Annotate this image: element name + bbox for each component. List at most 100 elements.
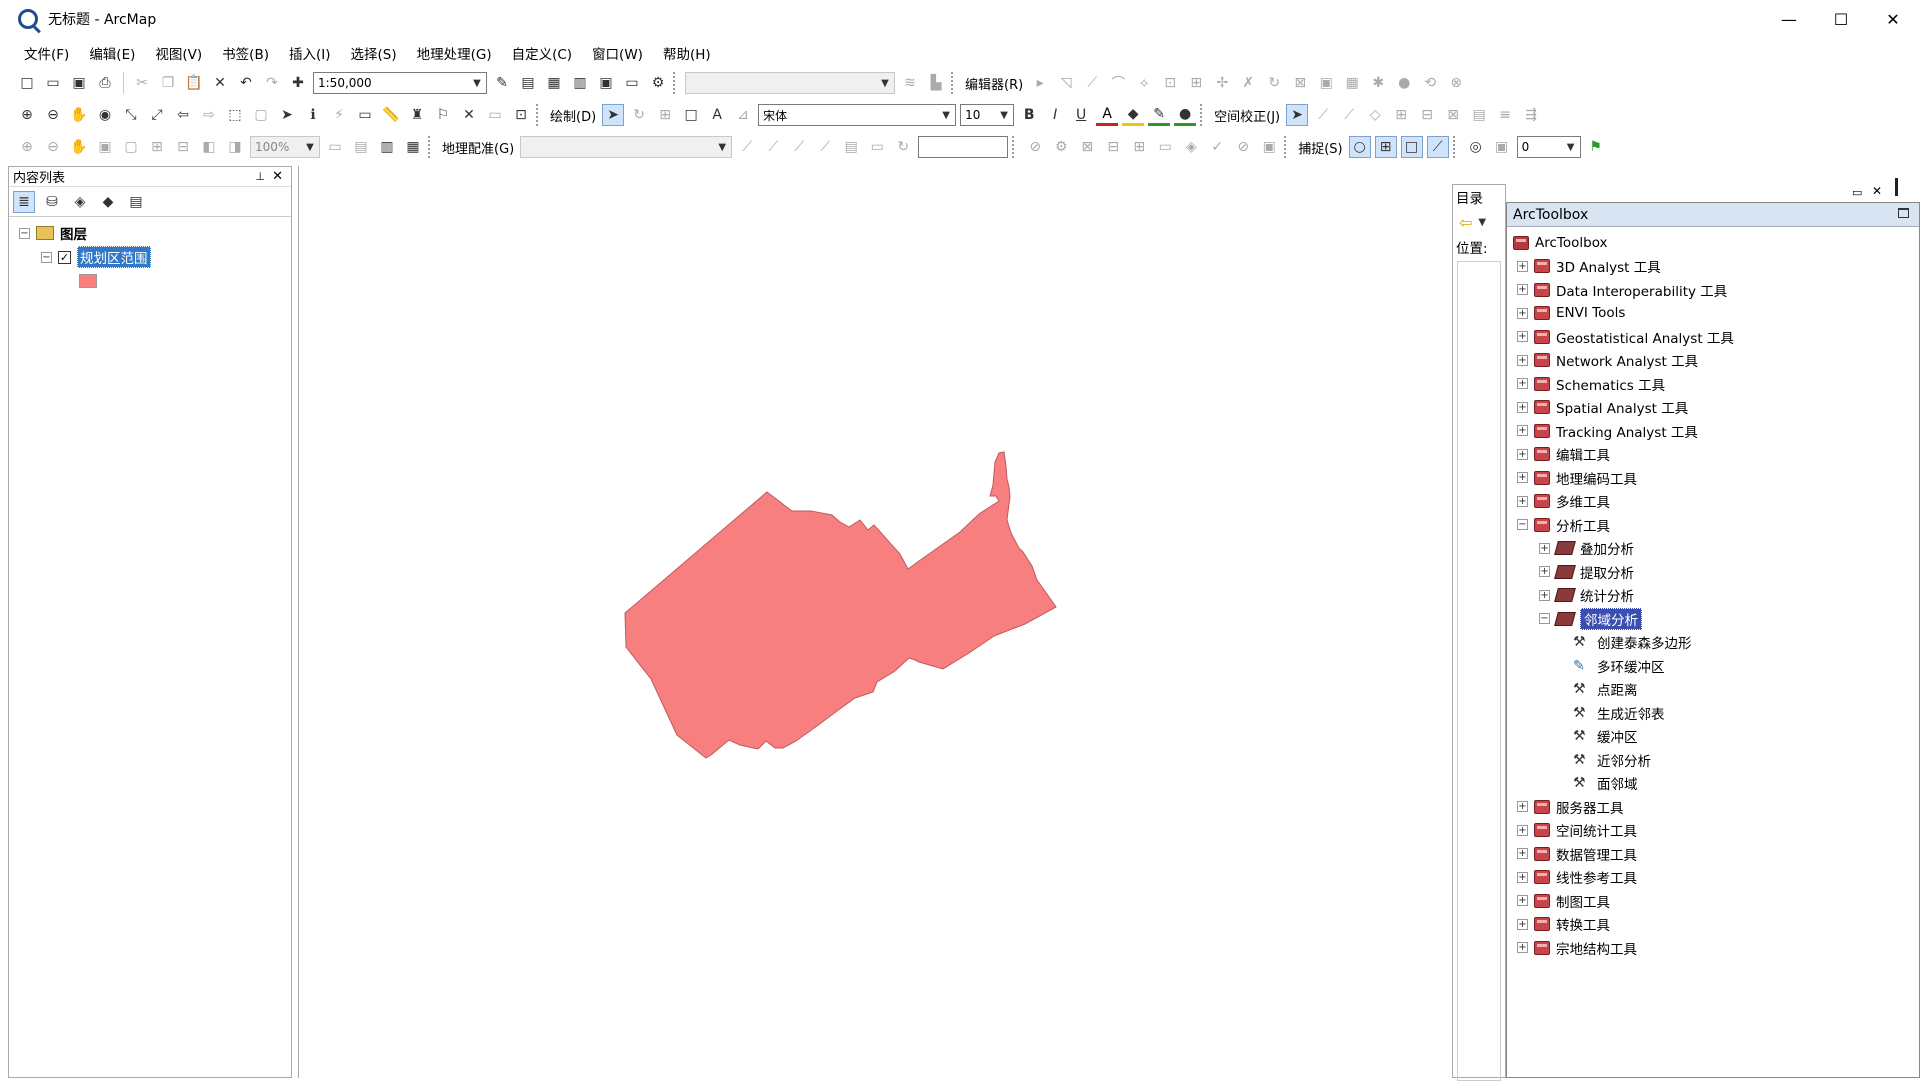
create-viewer-window-icon[interactable]: ⊡ [510, 104, 532, 126]
toolbar-grip[interactable] [1284, 136, 1288, 158]
toggle-draft-mode-icon[interactable]: ▭ [324, 136, 346, 158]
catalog-tree[interactable] [1457, 261, 1501, 1081]
chevron-down-icon[interactable]: ▼ [715, 139, 729, 155]
rotate-icon[interactable]: ⟋ [736, 136, 758, 158]
expand-icon[interactable]: + [1517, 848, 1528, 860]
toolbox-item-row[interactable]: − 分析工具 [1513, 513, 1919, 537]
expand-icon[interactable]: + [1539, 542, 1550, 554]
go-to-xy-icon[interactable]: ✕ [458, 104, 480, 126]
tool-icon[interactable]: ▣ [1258, 136, 1280, 158]
tool-icon[interactable]: ● [1393, 72, 1415, 94]
new-displacement-link-icon[interactable]: ⟋ [1312, 104, 1334, 126]
toolbox-item-row[interactable]: + Data Interoperability 工具 [1513, 278, 1919, 302]
pin-icon[interactable]: ⊥ [255, 170, 265, 183]
collapse-icon[interactable]: − [1517, 519, 1528, 531]
catalog-window-icon[interactable]: ▦ [543, 72, 565, 94]
expand-icon[interactable]: + [1517, 401, 1528, 413]
map-canvas[interactable] [299, 166, 1450, 1078]
map-display[interactable] [298, 166, 1450, 1078]
expand-icon[interactable]: + [1517, 801, 1528, 813]
menu-help[interactable]: 帮助(H) [653, 43, 721, 63]
back-extent-icon[interactable]: ⇦ [172, 104, 194, 126]
select-features-icon[interactable]: ⬚ [224, 104, 246, 126]
expand-icon[interactable]: + [1517, 824, 1528, 836]
toolbox-item-row[interactable]: + 叠加分析 [1513, 537, 1919, 561]
expand-icon[interactable]: + [1539, 589, 1550, 601]
expand-icon[interactable]: + [1517, 331, 1528, 343]
collapse-icon[interactable]: − [19, 227, 30, 239]
attribute-transfer-icon[interactable]: ≡ [1494, 104, 1516, 126]
save-icon[interactable]: ▣ [68, 72, 90, 94]
toolbox-item-row[interactable]: + Spatial Analyst 工具 [1513, 396, 1919, 420]
toolbox-item-row[interactable]: ⚒ 近邻分析 [1513, 748, 1919, 772]
list-by-selection-icon[interactable]: ◆ [97, 191, 119, 213]
undo-icon[interactable]: ↶ [235, 72, 257, 94]
redo-icon[interactable]: ↷ [261, 72, 283, 94]
tool-icon[interactable]: ≋ [899, 72, 921, 94]
new-document-icon[interactable]: □ [16, 72, 38, 94]
fixed-zoom-out-icon[interactable]: ⤢ [146, 104, 168, 126]
toolbox-item-row[interactable]: + 数据管理工具 [1513, 842, 1919, 866]
open-icon[interactable]: ▭ [42, 72, 64, 94]
tool-icon[interactable]: ↻ [892, 136, 914, 158]
edit-text-icon[interactable]: ⊿ [732, 104, 754, 126]
pan-icon[interactable]: ✋ [68, 104, 90, 126]
cut-polygons-icon[interactable]: ✢ [1211, 72, 1233, 94]
menu-customize[interactable]: 自定义(C) [502, 43, 582, 63]
go-back-extent-icon[interactable]: ◧ [198, 136, 220, 158]
tool-icon[interactable]: ✓ [1206, 136, 1228, 158]
add-control-points-icon[interactable]: ⟋ [814, 136, 836, 158]
back-arrow-icon[interactable]: ⇦ ▼ [1453, 209, 1505, 235]
expand-icon[interactable]: + [1517, 307, 1528, 319]
options-icon[interactable]: ▤ [125, 191, 147, 213]
edit-tool-icon[interactable]: ▸ [1029, 72, 1051, 94]
layer-symbol-swatch[interactable] [79, 274, 97, 288]
end-point-arc-icon[interactable]: ⌒ [1107, 72, 1129, 94]
go-forward-extent-icon[interactable]: ◨ [224, 136, 246, 158]
chevron-down-icon[interactable]: ▼ [470, 75, 484, 91]
menu-insert[interactable]: 插入(I) [279, 43, 341, 63]
tool-icon[interactable]: ⊘ [1024, 136, 1046, 158]
fixed-zoom-in-icon[interactable]: ⊞ [146, 136, 168, 158]
trace-icon[interactable]: ⟡ [1133, 72, 1155, 94]
rotate-element-icon[interactable]: ↻ [628, 104, 650, 126]
marker-color-icon[interactable]: ● [1174, 104, 1197, 126]
list-by-source-icon[interactable]: ⛁ [41, 191, 63, 213]
html-popup-icon[interactable]: ▭ [354, 104, 376, 126]
expand-icon[interactable]: + [1517, 918, 1528, 930]
fixed-zoom-in-icon[interactable]: ⤡ [120, 104, 142, 126]
chevron-down-icon[interactable]: ▼ [939, 107, 953, 123]
expand-icon[interactable]: + [1517, 495, 1528, 507]
tool-icon[interactable]: ⚙ [1050, 136, 1072, 158]
toolbox-item-row[interactable]: + 统计分析 [1513, 584, 1919, 608]
search-window-icon[interactable]: ▥ [569, 72, 591, 94]
editor-toolbar-icon[interactable]: ✎ [491, 72, 513, 94]
select-pointer-icon[interactable]: ➤ [602, 104, 625, 126]
expand-icon[interactable]: + [1517, 378, 1528, 390]
chevron-down-icon[interactable]: ▼ [878, 75, 892, 91]
toolbar-grip[interactable] [951, 72, 955, 94]
fill-color-icon[interactable]: ◆ [1122, 104, 1145, 126]
chevron-down-icon[interactable]: ▼ [303, 139, 317, 155]
toolbox-item-row[interactable]: +3D Analyst 工具 [1513, 255, 1919, 279]
tool-icon[interactable]: ⊟ [1102, 136, 1124, 158]
tool-icon[interactable]: ✱ [1367, 72, 1389, 94]
minimize-button[interactable]: — [1766, 0, 1812, 38]
toolbox-item-row[interactable]: + Geostatistical Analyst 工具 [1513, 325, 1919, 349]
multi-link-icon[interactable]: ◇ [1364, 104, 1386, 126]
georef-input[interactable] [918, 136, 1009, 158]
arctoolbox-icon[interactable]: ▣ [595, 72, 617, 94]
change-layout-icon[interactable]: ▥ [376, 136, 398, 158]
view-link-table-icon[interactable]: ▤ [1468, 104, 1490, 126]
menu-edit[interactable]: 编辑(E) [79, 43, 145, 63]
chevron-down-icon[interactable]: ▼ [1564, 139, 1578, 155]
zoom-100-icon[interactable]: ▢ [120, 136, 142, 158]
limit-adjustment-icon[interactable]: ⊞ [1390, 104, 1412, 126]
line-color-icon[interactable]: ✎ [1148, 104, 1171, 126]
toolbox-item-row[interactable]: + 制图工具 [1513, 889, 1919, 913]
layer-combo[interactable]: ▼ [685, 72, 895, 94]
toolbar-grip[interactable] [1200, 104, 1204, 126]
tool-icon[interactable]: ⇶ [1520, 104, 1542, 126]
underline-button[interactable]: U [1070, 104, 1092, 126]
snap-value-combo[interactable]: 0 ▼ [1516, 136, 1581, 158]
